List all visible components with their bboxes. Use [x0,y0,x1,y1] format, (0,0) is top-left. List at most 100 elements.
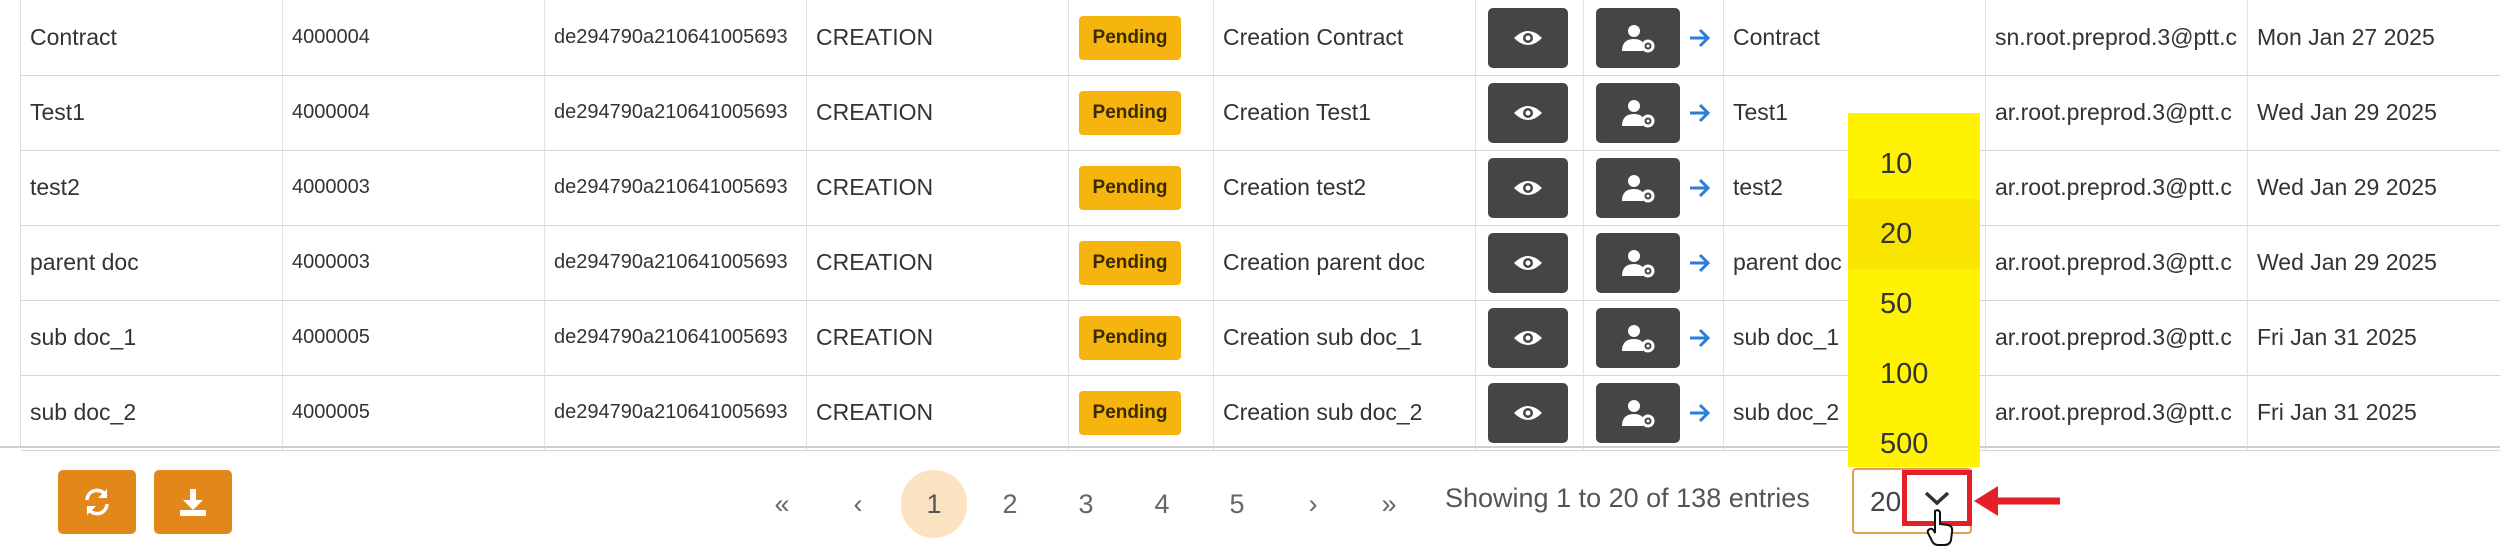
email-cell: ar.root.preprod.3@ptt.c [1986,375,2248,450]
action-cell: CREATION [807,375,1069,450]
status-badge: Pending [1079,315,1181,360]
hash-cell: de294790a210641005693 [545,375,807,450]
page-size-option-selected[interactable]: 20 [1848,199,1980,269]
name-cell: test2 [21,150,283,225]
view-button[interactable] [1488,7,1568,68]
page-size-dropdown: 10 20 50 100 500 [1848,113,1980,467]
prev-page-button[interactable]: ‹ [825,470,891,538]
user-gear-icon [1622,399,1655,427]
page-button-3[interactable]: 3 [1053,470,1119,538]
page-size-option[interactable]: 50 [1848,269,1980,339]
refresh-icon [85,488,109,516]
code-cell: 4000005 [283,300,545,375]
download-button[interactable] [154,470,232,534]
date-cell: Fri Jan 31 2025 [2257,399,2417,425]
user-settings-button[interactable] [1596,232,1680,293]
view-cell [1476,75,1584,150]
status-badge: Pending [1079,390,1181,435]
code-cell: 4000003 [283,225,545,300]
action-cell: CREATION [807,75,1069,150]
name-cell: Test1 [21,75,283,150]
user-settings-button[interactable] [1596,157,1680,218]
code-cell: 4000003 [283,150,545,225]
table-row[interactable]: parent doc 4000003 de294790a210641005693… [21,225,2500,301]
date-cell: Fri Jan 31 2025 [2257,324,2417,350]
user-settings-button[interactable] [1596,7,1680,68]
table-row[interactable]: Contract 4000004 de294790a210641005693 C… [21,0,2500,76]
hash-cell: de294790a210641005693 [545,150,807,225]
page-size-option[interactable]: 10 [1848,129,1980,199]
view-cell [1476,300,1584,375]
email-cell: ar.root.preprod.3@ptt.c [1986,75,2248,150]
table-row[interactable]: sub doc_1 4000005 de294790a210641005693 … [21,300,2500,376]
status-cell: Pending [1069,375,1214,450]
user-settings-button[interactable] [1596,382,1680,443]
red-arrow-left-icon [1974,486,2060,516]
action-cell: CREATION [807,300,1069,375]
table-row[interactable]: sub doc_2 4000005 de294790a210641005693 … [21,375,2500,451]
action-cell: CREATION [807,0,1069,75]
status-cell: Pending [1069,0,1214,75]
user-settings-button[interactable] [1596,307,1680,368]
arrow-right-icon[interactable] [1688,27,1712,49]
arrow-right-icon[interactable] [1688,327,1712,349]
status-cell: Pending [1069,75,1214,150]
code-cell: 4000004 [283,75,545,150]
page-button-4[interactable]: 4 [1129,470,1195,538]
description-cell: Creation Contract [1214,0,1476,75]
user-gear-icon [1622,99,1655,127]
table-row[interactable]: Test1 4000004 de294790a210641005693 CREA… [21,75,2500,151]
view-button[interactable] [1488,232,1568,293]
first-page-button[interactable]: « [749,470,815,538]
page-button-2[interactable]: 2 [977,470,1043,538]
arrow-right-icon[interactable] [1688,177,1712,199]
action-cell: CREATION [807,225,1069,300]
code-cell: 4000004 [283,0,545,75]
table-row[interactable]: test2 4000003 de294790a210641005693 CREA… [21,150,2500,226]
hash-cell: de294790a210641005693 [545,300,807,375]
chevron-down-icon [1924,491,1950,506]
view-cell [1476,225,1584,300]
refresh-button[interactable] [58,470,136,534]
last-page-button[interactable]: » [1356,470,1422,538]
name-cell: Contract [21,0,283,75]
status-badge: Pending [1079,90,1181,135]
page-button-1[interactable]: 1 [901,470,967,538]
view-button[interactable] [1488,82,1568,143]
arrow-right-icon[interactable] [1688,252,1712,274]
status-cell: Pending [1069,300,1214,375]
page-button-5[interactable]: 5 [1204,470,1270,538]
target-cell: Contract [1724,0,1986,75]
arrow-right-icon[interactable] [1688,102,1712,124]
download-icon [180,489,206,516]
status-badge: Pending [1079,15,1181,60]
view-button[interactable] [1488,307,1568,368]
next-page-button[interactable]: › [1280,470,1346,538]
user-settings-button[interactable] [1596,82,1680,143]
view-button[interactable] [1488,157,1568,218]
description-cell: Creation test2 [1214,150,1476,225]
eye-icon [1514,330,1542,345]
arrow-right-icon[interactable] [1688,402,1712,424]
view-button[interactable] [1488,382,1568,443]
description-cell: Creation sub doc_1 [1214,300,1476,375]
hash-cell: de294790a210641005693 [545,75,807,150]
eye-icon [1514,105,1542,120]
hand-pointer-icon [1926,509,1954,546]
view-cell [1476,375,1584,450]
eye-icon [1514,405,1542,420]
eye-icon [1514,255,1542,270]
settings-cell [1584,300,1724,375]
settings-cell [1584,0,1724,75]
hash-cell: de294790a210641005693 [545,0,807,75]
settings-cell [1584,150,1724,225]
eye-icon [1514,30,1542,45]
page-size-value: 20 [1870,486,1902,517]
action-cell: CREATION [807,150,1069,225]
page-size-option[interactable]: 500 [1848,409,1980,479]
settings-cell [1584,225,1724,300]
settings-cell [1584,75,1724,150]
name-cell: sub doc_2 [21,375,283,450]
description-cell: Creation sub doc_2 [1214,375,1476,450]
page-size-option[interactable]: 100 [1848,339,1980,409]
